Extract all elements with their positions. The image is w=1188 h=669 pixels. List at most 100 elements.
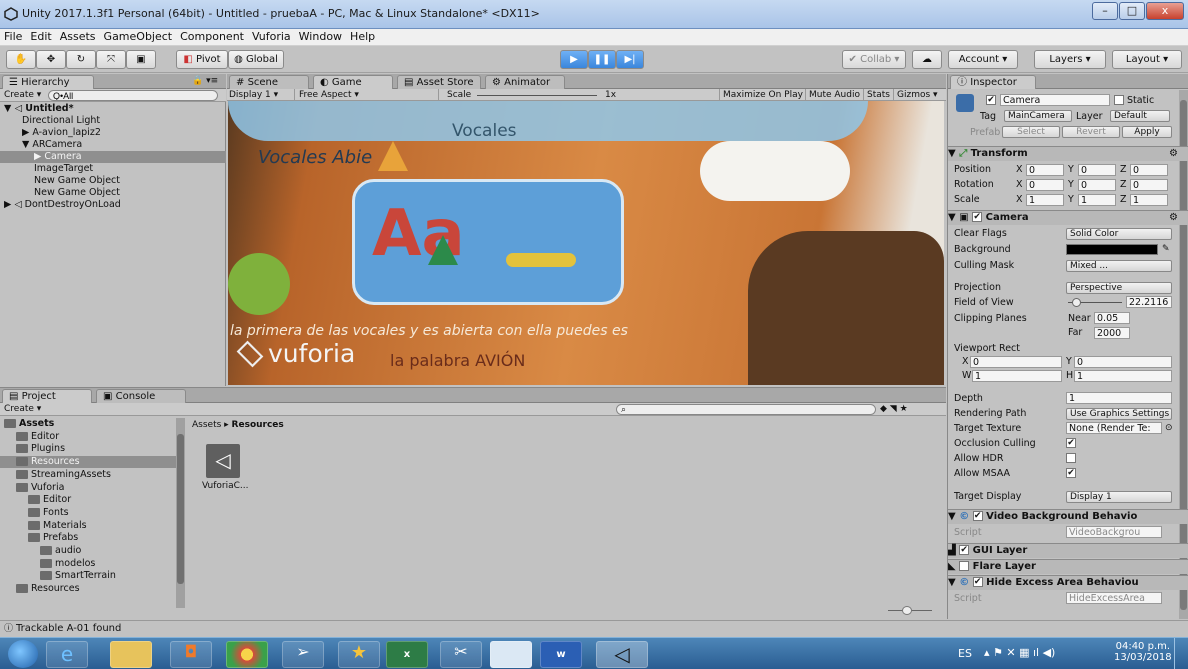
- panel-lock-icon[interactable]: 🔒 ▾≡: [192, 75, 218, 87]
- eyedropper-icon[interactable]: ✎: [1162, 243, 1170, 255]
- tree-item[interactable]: Plugins: [0, 443, 176, 455]
- tree-item[interactable]: Editor: [0, 431, 176, 443]
- tree-item[interactable]: modelos: [0, 558, 176, 570]
- gizmos-dropdown[interactable]: Gizmos ▾: [893, 89, 938, 101]
- viewport-w-field[interactable]: 1: [972, 370, 1062, 382]
- move-tool-icon[interactable]: ✥: [36, 50, 66, 69]
- chrome-icon[interactable]: [226, 641, 268, 668]
- mute-audio-toggle[interactable]: Mute Audio: [805, 89, 860, 101]
- unity-taskbar-icon[interactable]: ◁: [596, 641, 648, 668]
- list-item[interactable]: ▶ A-avion_lapiz2: [22, 127, 101, 139]
- create-dropdown[interactable]: Create ▾: [4, 89, 41, 101]
- gui-layer-header[interactable]: ▟ ✔ GUI Layer: [948, 543, 1188, 558]
- tab-hierarchy[interactable]: ☰ Hierarchy: [2, 75, 94, 89]
- start-button[interactable]: [8, 640, 38, 668]
- culling-mask-dropdown[interactable]: Mixed ...: [1066, 260, 1172, 272]
- list-item-selected[interactable]: ▶ Camera: [0, 151, 226, 163]
- clear-flags-dropdown[interactable]: Solid Color: [1066, 228, 1172, 240]
- fov-slider[interactable]: [1068, 298, 1122, 307]
- pause-button[interactable]: ❚❚: [588, 50, 616, 69]
- list-item[interactable]: New Game Object: [34, 187, 120, 199]
- scene-row[interactable]: ▶ ◁ DontDestroyOnLoad: [4, 199, 121, 211]
- hdr-checkbox[interactable]: [1066, 453, 1076, 463]
- position-y-field[interactable]: 0: [1078, 164, 1116, 176]
- object-name-field[interactable]: Camera: [1000, 94, 1110, 106]
- scale-tool-icon[interactable]: ⤧: [96, 50, 126, 69]
- display-dropdown[interactable]: Display 1 ▾: [229, 89, 295, 101]
- tree-item[interactable]: Editor: [0, 494, 176, 506]
- active-checkbox[interactable]: ✔: [986, 95, 996, 105]
- scale-x-field[interactable]: 1: [1026, 194, 1064, 206]
- scale-y-field[interactable]: 1: [1078, 194, 1116, 206]
- rotation-z-field[interactable]: 0: [1130, 179, 1168, 191]
- tree-item[interactable]: Resources: [0, 456, 176, 469]
- static-checkbox[interactable]: [1114, 95, 1124, 105]
- close-button[interactable]: x: [1146, 2, 1184, 20]
- background-color-swatch[interactable]: [1066, 244, 1158, 255]
- tree-scrollbar-thumb[interactable]: [177, 434, 184, 584]
- rotate-tool-icon[interactable]: ↻: [66, 50, 96, 69]
- maximize-button[interactable]: □: [1119, 2, 1145, 20]
- asset-label[interactable]: VuforiaC...: [202, 480, 249, 492]
- viewport-x-field[interactable]: 0: [970, 356, 1062, 368]
- gear-icon[interactable]: ⚙: [1169, 211, 1178, 225]
- tree-item[interactable]: Vuforia: [0, 482, 176, 494]
- menu-help[interactable]: Help: [346, 29, 379, 45]
- layer-dropdown[interactable]: Default: [1110, 110, 1170, 122]
- app-icon[interactable]: ➢: [282, 641, 324, 668]
- tab-game[interactable]: ◐ Game: [313, 75, 393, 89]
- step-button[interactable]: ▶|: [616, 50, 644, 69]
- breadcrumb-leaf[interactable]: Resources: [232, 420, 284, 430]
- menu-assets[interactable]: Assets: [56, 29, 100, 45]
- position-x-field[interactable]: 0: [1026, 164, 1064, 176]
- layers-dropdown[interactable]: Layers ▾: [1034, 50, 1106, 69]
- tab-project[interactable]: ▤ Project: [2, 389, 92, 403]
- layout-dropdown[interactable]: Layout ▾: [1112, 50, 1182, 69]
- tray-icons[interactable]: ▴ ⚑ ✕ ▦ ıl ◀): [984, 646, 1055, 659]
- minimize-button[interactable]: –: [1092, 2, 1118, 20]
- position-z-field[interactable]: 0: [1130, 164, 1168, 176]
- hide-script-field[interactable]: HideExcessArea: [1066, 592, 1162, 604]
- prefab-apply-button[interactable]: Apply: [1122, 126, 1172, 138]
- snipping-icon[interactable]: ✂: [440, 641, 482, 668]
- game-view[interactable]: Vocales Vocales Abie Aa la primera de la…: [228, 101, 944, 385]
- projection-dropdown[interactable]: Perspective: [1066, 282, 1172, 294]
- stats-toggle[interactable]: Stats: [863, 89, 890, 101]
- list-item[interactable]: Directional Light: [22, 115, 100, 127]
- maximize-on-play-toggle[interactable]: Maximize On Play: [719, 89, 803, 101]
- scene-row[interactable]: ▼ ◁ Untitled*: [4, 103, 226, 115]
- flare-layer-header[interactable]: ◣ Flare Layer: [948, 559, 1188, 574]
- near-field[interactable]: 0.05: [1094, 312, 1130, 324]
- msaa-checkbox[interactable]: ✔: [1066, 468, 1076, 478]
- scale-slider[interactable]: [477, 95, 597, 96]
- filter-icons[interactable]: ◆ ◥ ★: [880, 403, 908, 415]
- icon-size-slider[interactable]: [888, 606, 932, 615]
- hide-excess-checkbox[interactable]: ✔: [972, 577, 983, 587]
- menu-window[interactable]: Window: [295, 29, 346, 45]
- video-script-field[interactable]: VideoBackgrou: [1066, 526, 1162, 538]
- star-app-icon[interactable]: ★: [338, 641, 380, 668]
- tab-asset-store[interactable]: ▤ Asset Store: [397, 75, 481, 89]
- clock[interactable]: 04:40 p.m. 13/03/2018: [1114, 641, 1172, 663]
- explorer-icon[interactable]: [110, 641, 152, 668]
- collab-dropdown[interactable]: ✔ Collab ▾: [842, 50, 906, 69]
- project-create-dropdown[interactable]: Create ▾: [4, 403, 41, 415]
- far-field[interactable]: 2000: [1094, 327, 1130, 339]
- tab-scene[interactable]: # Scene: [229, 75, 309, 89]
- menu-edit[interactable]: Edit: [26, 29, 55, 45]
- tree-scrollbar[interactable]: [176, 418, 185, 608]
- menu-gameobject[interactable]: GameObject: [100, 29, 177, 45]
- rotation-x-field[interactable]: 0: [1026, 179, 1064, 191]
- target-display-dropdown[interactable]: Display 1: [1066, 491, 1172, 503]
- ie-icon[interactable]: e: [46, 641, 88, 668]
- list-item[interactable]: ▼ ARCamera: [22, 139, 82, 151]
- tree-item[interactable]: SmartTerrain: [0, 570, 176, 582]
- camera-header[interactable]: ▼ ▣ ✔ Camera ⚙: [948, 210, 1188, 225]
- prefab-revert-button[interactable]: Revert: [1062, 126, 1120, 138]
- excel-icon[interactable]: x: [386, 641, 428, 668]
- list-item[interactable]: ImageTarget: [34, 163, 93, 175]
- object-picker-icon[interactable]: ⊙: [1165, 422, 1173, 434]
- tree-item[interactable]: audio: [0, 545, 176, 557]
- tag-dropdown[interactable]: MainCamera: [1004, 110, 1072, 122]
- gear-icon[interactable]: ⚙: [1169, 147, 1178, 161]
